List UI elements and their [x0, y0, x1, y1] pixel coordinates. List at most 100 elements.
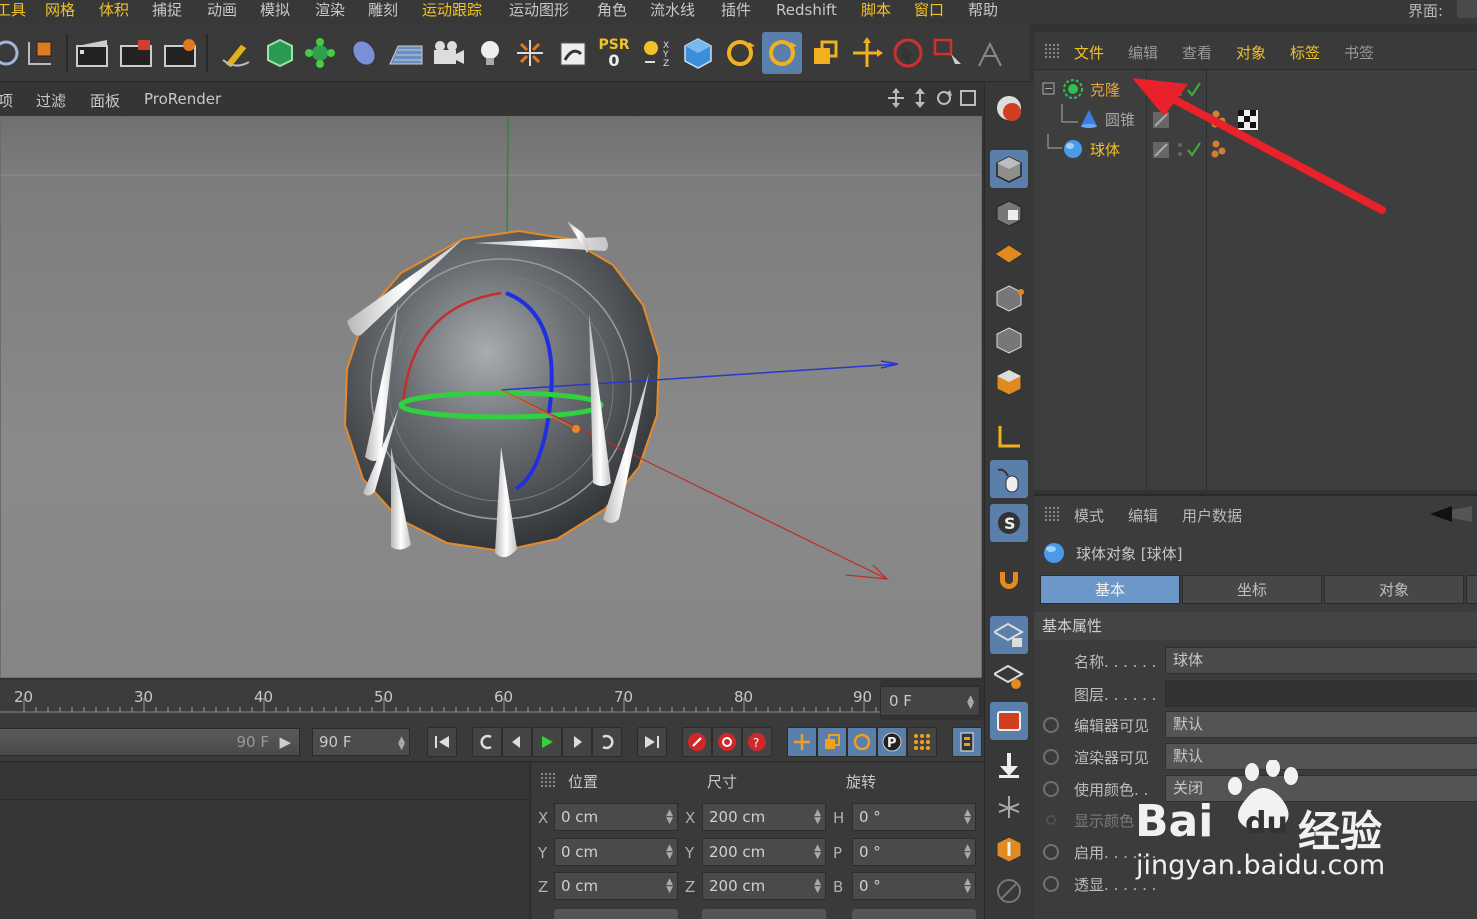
- point-mode-icon[interactable]: [990, 279, 1028, 317]
- viewport-menu-options[interactable]: 项: [0, 90, 13, 111]
- menu-tools[interactable]: 工具: [0, 0, 26, 22]
- prev-key-button[interactable]: [472, 727, 502, 757]
- keyframe-radio[interactable]: [1043, 876, 1059, 892]
- coordinate-system-icon[interactable]: [678, 32, 718, 74]
- vertex-normals-icon[interactable]: [990, 788, 1028, 826]
- deformer-icon[interactable]: [344, 32, 384, 74]
- frame-range-slider[interactable]: 90 F ▶: [0, 728, 300, 756]
- layout-dropdown[interactable]: [1457, 0, 1477, 18]
- tab-overflow[interactable]: [1466, 575, 1477, 604]
- slider-arrow-icon[interactable]: ▶: [279, 729, 291, 755]
- live-selection-icon[interactable]: [888, 32, 928, 74]
- keyframe-radio[interactable]: [1046, 815, 1056, 825]
- spinner-icon[interactable]: ▲ ▼: [967, 695, 974, 711]
- menu-redshift[interactable]: Redshift: [776, 0, 837, 22]
- back-arrow-icon[interactable]: [1428, 504, 1472, 524]
- am-menu-mode[interactable]: 模式: [1074, 505, 1104, 526]
- axis-mode-icon[interactable]: [990, 418, 1028, 456]
- points-mode-icon[interactable]: [990, 150, 1028, 188]
- keyframe-radio[interactable]: [1043, 749, 1059, 765]
- render-settings-icon[interactable]: [160, 32, 200, 74]
- key-pla-button[interactable]: [907, 727, 937, 757]
- pen-spline-icon[interactable]: [216, 32, 256, 74]
- spinner-icon[interactable]: ▲ ▼: [814, 809, 821, 826]
- position-x-field[interactable]: 0 cm ▲ ▼: [554, 803, 678, 831]
- export-icon[interactable]: [990, 830, 1028, 868]
- texture-mode-icon[interactable]: [990, 194, 1028, 232]
- use-color-dropdown[interactable]: 关闭: [1165, 775, 1477, 802]
- sky-icon[interactable]: [990, 90, 1028, 128]
- name-field[interactable]: 球体: [1165, 647, 1477, 674]
- spinner-icon[interactable]: ▲ ▼: [666, 809, 673, 826]
- viewport-menu-filter[interactable]: 过滤: [36, 90, 66, 111]
- render-view-icon[interactable]: [72, 32, 112, 74]
- tab-basic[interactable]: 基本: [1040, 575, 1180, 604]
- keyframe-radio[interactable]: [1043, 844, 1059, 860]
- goto-end-button[interactable]: [637, 727, 667, 757]
- spinner-icon[interactable]: ▲ ▼: [666, 878, 673, 895]
- render-picture-viewer-icon[interactable]: [116, 32, 156, 74]
- viewport-menu-prorender[interactable]: ProRender: [144, 90, 221, 108]
- maximize-view-icon[interactable]: [958, 88, 978, 108]
- menu-mesh[interactable]: 网格: [45, 0, 75, 22]
- om-menu-tags[interactable]: 标签: [1290, 42, 1320, 63]
- key-scale-button[interactable]: [817, 727, 847, 757]
- disabled-tool-icon[interactable]: [990, 872, 1028, 910]
- end-frame-field[interactable]: 90 F ▲ ▼: [312, 728, 410, 756]
- timeline-options-button[interactable]: [952, 727, 982, 757]
- object-relative-button[interactable]: [554, 909, 678, 919]
- cube-primitive-icon[interactable]: [260, 32, 300, 74]
- menu-volume[interactable]: 体积: [99, 0, 129, 22]
- viewport-menu-panel[interactable]: 面板: [90, 90, 120, 111]
- spinner-icon[interactable]: ▲ ▼: [398, 736, 405, 752]
- goto-start-button[interactable]: [427, 727, 457, 757]
- prev-frame-button[interactable]: [502, 727, 532, 757]
- xyz-lock-icon[interactable]: XYZ: [636, 32, 676, 74]
- light-icon[interactable]: [470, 32, 510, 74]
- layer-field[interactable]: [1165, 680, 1477, 707]
- spinner-icon[interactable]: ▲ ▼: [814, 878, 821, 895]
- position-y-field[interactable]: 0 cm ▲ ▼: [554, 838, 678, 866]
- polygon-mode-icon[interactable]: [990, 363, 1028, 401]
- menu-simulate[interactable]: 模拟: [260, 0, 290, 22]
- camera-icon[interactable]: [428, 32, 468, 74]
- rotation-b-field[interactable]: 0 ° ▲ ▼: [852, 872, 976, 900]
- menu-sculpt[interactable]: 雕刻: [368, 0, 398, 22]
- collapse-icon[interactable]: [1042, 82, 1056, 96]
- menu-help[interactable]: 帮助: [968, 0, 998, 22]
- 3d-viewport[interactable]: [0, 116, 982, 678]
- menu-character[interactable]: 角色: [597, 0, 627, 22]
- key-rotation-button[interactable]: [847, 727, 877, 757]
- edge-mode-icon[interactable]: [990, 321, 1028, 359]
- workplane-grid-icon[interactable]: [990, 658, 1028, 696]
- menu-motion-tracking[interactable]: 运动跟踪: [422, 0, 482, 22]
- size-z-field[interactable]: 200 cm ▲ ▼: [702, 872, 826, 900]
- position-z-field[interactable]: 0 cm ▲ ▼: [554, 872, 678, 900]
- symmetry-icon[interactable]: [510, 32, 550, 74]
- edit-render-settings-icon[interactable]: [553, 32, 593, 74]
- om-menu-bookmarks[interactable]: 书签: [1344, 42, 1374, 63]
- spinner-icon[interactable]: ▲ ▼: [666, 844, 673, 861]
- am-menu-edit[interactable]: 编辑: [1128, 505, 1158, 526]
- object-name-sphere[interactable]: 球体: [1090, 139, 1120, 160]
- keyframe-selection-button[interactable]: ?: [742, 727, 772, 757]
- render-region-icon[interactable]: [990, 746, 1028, 784]
- om-menu-edit[interactable]: 编辑: [1128, 42, 1158, 63]
- editor-visible-dropdown[interactable]: 默认: [1165, 711, 1477, 738]
- size-y-field[interactable]: 200 cm ▲ ▼: [702, 838, 826, 866]
- keyframe-radio[interactable]: [1043, 781, 1059, 797]
- rotate-tool-icon[interactable]: [720, 32, 760, 74]
- next-key-button[interactable]: [592, 727, 622, 757]
- play-button[interactable]: [532, 727, 562, 757]
- size-x-field[interactable]: 200 cm ▲ ▼: [702, 803, 826, 831]
- menu-snap[interactable]: 捕捉: [152, 0, 182, 22]
- move-tool-icon[interactable]: [847, 32, 887, 74]
- floor-icon[interactable]: [386, 32, 426, 74]
- menu-render[interactable]: 渲染: [315, 0, 345, 22]
- record-key-button[interactable]: [682, 727, 712, 757]
- object-name-cloner[interactable]: 克隆: [1090, 79, 1120, 100]
- tweak-mode-icon[interactable]: [990, 460, 1028, 498]
- om-menu-objects[interactable]: 对象: [1236, 42, 1266, 63]
- keyframe-radio[interactable]: [1043, 717, 1059, 733]
- solo-view-icon[interactable]: [990, 702, 1028, 740]
